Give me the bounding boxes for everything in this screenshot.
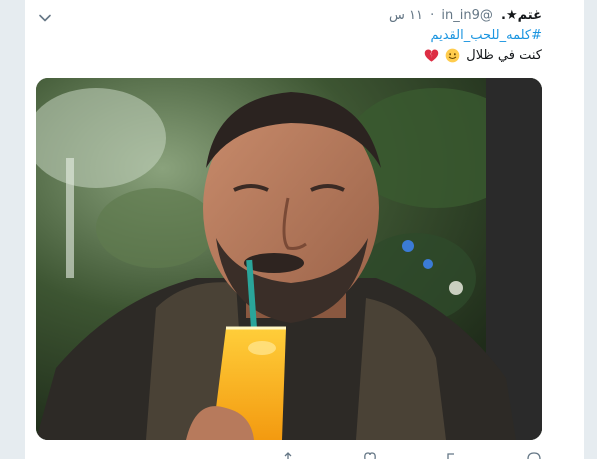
tweet-actions [25, 452, 584, 459]
reply-icon[interactable] [527, 452, 541, 459]
tweet-card[interactable]: غتم★. @in_in9 · ١١ س #كلمه_للحب_القديم ك… [25, 0, 585, 459]
tweet-media-image[interactable] [36, 78, 542, 440]
tweet-text: كنت في ظلال [466, 48, 542, 63]
user-handle[interactable]: @in_in9 [441, 8, 492, 23]
tweet-header: غتم★. @in_in9 · ١١ س [389, 7, 542, 25]
hashtag-link[interactable]: #كلمه_للحب_القديم [430, 27, 542, 45]
smiling-face-icon [445, 48, 460, 63]
like-icon[interactable] [363, 452, 377, 459]
tweet-text-line: كنت في ظلال [424, 47, 542, 65]
broken-heart-icon [424, 49, 439, 62]
display-name[interactable]: غتم★. [501, 8, 542, 23]
share-icon[interactable] [281, 452, 295, 459]
man-drinking-juice-photo [36, 78, 542, 440]
header-separator: · [430, 8, 435, 23]
chevron-down-icon[interactable] [37, 10, 53, 26]
tweet-timestamp[interactable]: ١١ س [389, 8, 423, 23]
retweet-icon[interactable] [445, 452, 459, 459]
